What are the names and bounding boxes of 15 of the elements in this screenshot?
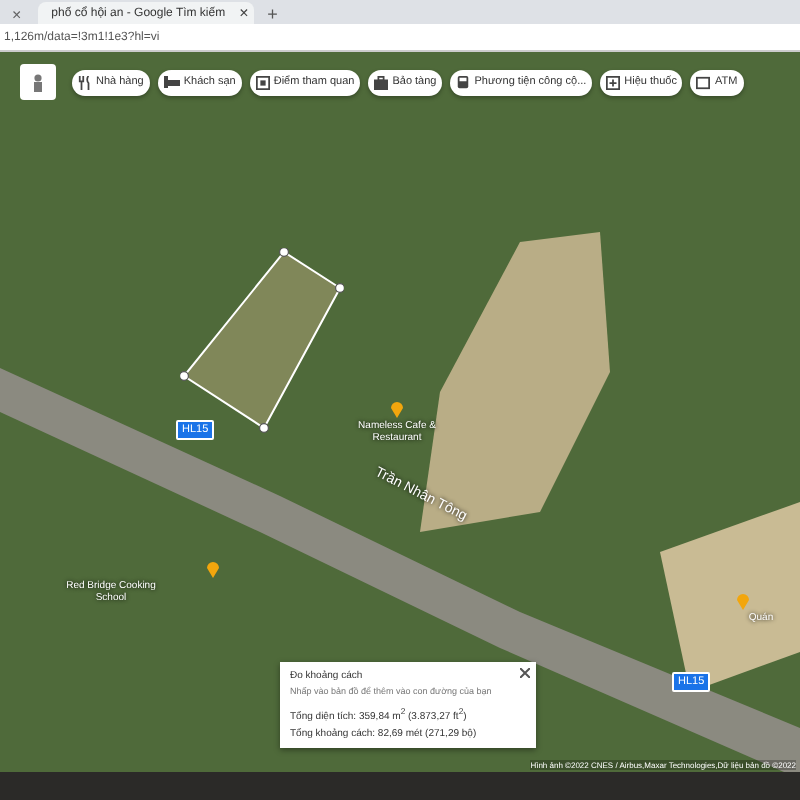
pharmacy-icon <box>606 75 621 89</box>
satellite-map[interactable] <box>0 52 800 772</box>
pegman-control[interactable] <box>20 64 56 100</box>
new-tab-button[interactable]: + <box>261 4 284 24</box>
briefcase-icon <box>374 75 389 89</box>
person-icon <box>32 73 44 91</box>
place-pin-icon[interactable] <box>390 400 404 418</box>
tab-close-button[interactable]: × <box>231 4 257 22</box>
place-pin-icon[interactable] <box>206 560 220 578</box>
atm-icon <box>696 75 711 89</box>
bus-icon <box>456 75 471 89</box>
fork-knife-icon <box>78 75 92 89</box>
close-icon[interactable] <box>520 668 530 678</box>
bed-icon <box>163 76 180 88</box>
tab-close-button[interactable]: × <box>4 6 30 24</box>
